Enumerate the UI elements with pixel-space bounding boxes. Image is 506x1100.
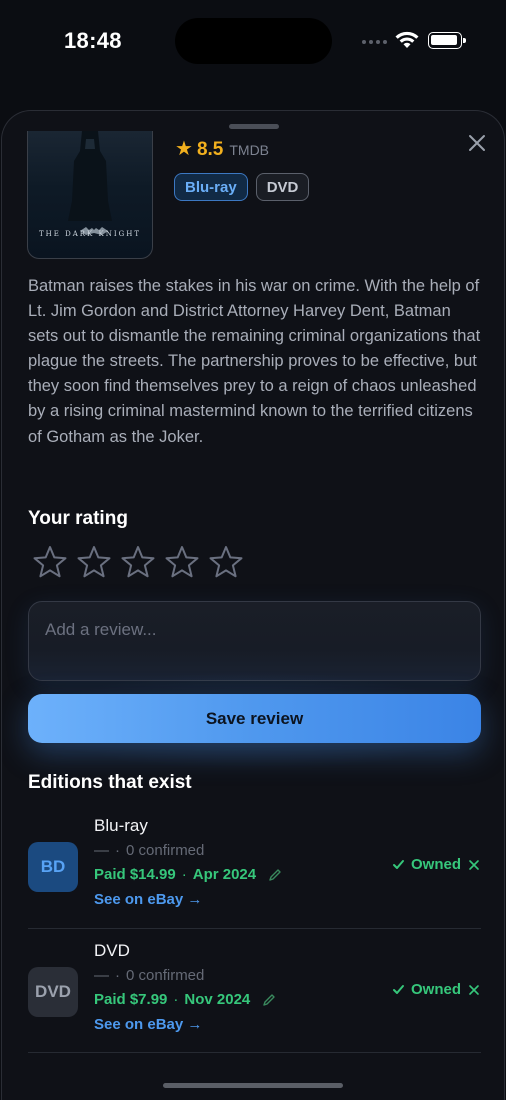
edition-badge: DVD [28, 967, 78, 1017]
edition-row-dvd: DVD DVD — · 0 confirmed Paid $7.99 · Nov… [28, 941, 481, 1065]
rating-star-5[interactable] [208, 544, 244, 580]
status-bar: 18:48 [0, 0, 506, 84]
meta-separator: · [115, 842, 120, 859]
review-field[interactable] [28, 601, 481, 681]
rating-stars [32, 544, 244, 580]
see-on-ebay-link[interactable]: See on eBay → [94, 1016, 202, 1033]
paid-separator: · [173, 991, 179, 1008]
paid-amount: Paid $14.99 [94, 866, 176, 883]
edition-paid: Paid $7.99 · Nov 2024 [94, 991, 276, 1008]
cellular-signal-icon [362, 40, 387, 44]
batman-figure [68, 131, 112, 221]
edition-meta: — · 0 confirmed [94, 967, 204, 984]
rating-star-1[interactable] [32, 544, 68, 580]
remove-owned-icon[interactable] [467, 983, 481, 997]
tmdb-label: TMDB [229, 142, 270, 158]
battery-icon [428, 32, 466, 49]
home-indicator [163, 1083, 343, 1088]
edition-row-bluray: BD Blu-ray — · 0 confirmed Paid $14.99 ·… [28, 816, 481, 940]
movie-poster: THE DARK KNIGHT [27, 131, 153, 259]
save-review-button[interactable]: Save review [28, 694, 481, 743]
paid-date: Nov 2024 [184, 991, 251, 1008]
remove-owned-icon[interactable] [467, 858, 481, 872]
paid-date: Apr 2024 [192, 866, 257, 883]
paid-separator: · [181, 866, 187, 883]
owned-status[interactable]: Owned [392, 981, 481, 998]
format-tags: Blu-ray DVD [174, 173, 310, 201]
owned-label: Owned [410, 856, 461, 873]
checkmark-icon [392, 985, 404, 994]
checkmark-icon [392, 860, 404, 869]
edit-pencil-icon[interactable] [262, 993, 276, 1007]
wifi-icon [395, 31, 419, 48]
see-on-ebay-link[interactable]: See on eBay → [94, 891, 202, 908]
movie-overview: Batman raises the stakes in his war on c… [28, 277, 481, 446]
close-button[interactable] [464, 130, 490, 156]
movie-detail-sheet: THE DARK KNIGHT ★ 8.5 TMDB Blu-ray DVD B… [1, 110, 505, 1100]
edition-name: Blu-ray [94, 816, 148, 835]
rating-star-4[interactable] [164, 544, 200, 580]
divider [28, 1052, 481, 1053]
close-icon [469, 135, 485, 151]
rating-star-3[interactable] [120, 544, 156, 580]
divider [28, 928, 481, 929]
owned-label: Owned [410, 981, 461, 998]
poster-title: THE DARK KNIGHT [39, 230, 141, 238]
editions-title: Editions that exist [28, 772, 192, 793]
owned-status[interactable]: Owned [392, 856, 481, 873]
tmdb-rating: ★ 8.5 TMDB [175, 139, 269, 161]
paid-amount: Paid $7.99 [94, 991, 168, 1008]
dynamic-island [175, 18, 332, 64]
sheet-grabber[interactable] [229, 124, 279, 129]
status-time: 18:48 [64, 28, 122, 53]
edition-badge: BD [28, 842, 78, 892]
format-tag-dvd: DVD [255, 173, 310, 201]
edition-paid: Paid $14.99 · Apr 2024 [94, 866, 282, 883]
screen: 18:48 THE DARK KNIGHT ★ 8.5 TMDB Blu-ray… [0, 0, 506, 1100]
rating-star-2[interactable] [76, 544, 112, 580]
edition-name: DVD [94, 941, 130, 960]
meta-separator: · [115, 967, 120, 984]
your-rating-title: Your rating [28, 508, 128, 529]
edition-confirmed: 0 confirmed [126, 967, 205, 984]
format-tag-bluray: Blu-ray [174, 173, 248, 201]
edit-pencil-icon[interactable] [268, 868, 282, 882]
star-icon: ★ [175, 138, 193, 160]
edition-confirmed: 0 confirmed [126, 842, 205, 859]
review-input[interactable] [29, 602, 480, 658]
tmdb-score: 8.5 [196, 139, 224, 160]
edition-meta: — · 0 confirmed [94, 842, 204, 859]
edition-dash: — [94, 842, 109, 859]
edition-dash: — [94, 967, 109, 984]
